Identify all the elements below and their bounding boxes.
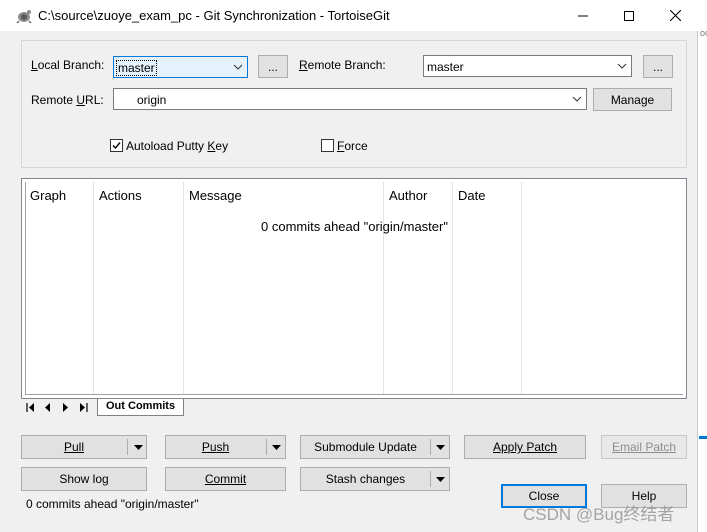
tab-out-commits[interactable]: Out Commits — [97, 399, 185, 416]
remote-branch-value: master — [427, 60, 464, 74]
manage-button[interactable]: Manage — [593, 88, 672, 111]
column-header-actions[interactable]: Actions — [99, 188, 142, 203]
stash-changes-dropdown[interactable] — [430, 468, 450, 490]
column-divider — [183, 182, 184, 394]
email-patch-label: Email Patch — [611, 440, 677, 454]
local-branch-combo[interactable]: master — [113, 56, 248, 78]
chevron-down-icon — [233, 64, 243, 70]
git-sync-window: C:\source\zuoye_exam_pc - Git Synchroniz… — [0, 0, 698, 532]
force-label: Force — [337, 139, 368, 153]
column-header-date[interactable]: Date — [458, 188, 485, 203]
dropdown-arrow-icon — [271, 444, 281, 450]
submodule-update-label[interactable]: Submodule Update — [301, 436, 430, 458]
commit-button[interactable]: Commit — [165, 467, 286, 491]
dropdown-arrow-icon — [435, 444, 445, 450]
maximize-icon — [624, 10, 634, 21]
watermark-text: CSDN @Bug终结者 — [523, 505, 675, 524]
show-log-label: Show log — [59, 472, 109, 486]
chevron-down-icon — [617, 63, 627, 69]
email-patch-button[interactable]: Email Patch — [601, 435, 687, 459]
column-header-graph[interactable]: Graph — [30, 188, 66, 203]
autoload-putty-key-label: Autoload Putty Key — [126, 139, 229, 153]
push-button[interactable]: Push — [165, 435, 286, 459]
apply-patch-button[interactable]: Apply Patch — [464, 435, 586, 459]
local-branch-label: Local Branch: — [31, 58, 105, 72]
remote-branch-browse-button[interactable]: ... — [643, 55, 673, 78]
remote-branch-combo[interactable]: master — [423, 55, 632, 77]
minimize-icon — [578, 15, 588, 16]
pull-dropdown[interactable] — [128, 436, 148, 458]
autoload-putty-key-checkbox[interactable] — [110, 139, 123, 152]
push-label[interactable]: Push — [166, 436, 265, 458]
chevron-down-icon — [572, 96, 582, 102]
list-body: Graph Actions Message Author Date 0 comm… — [25, 182, 683, 395]
dropdown-arrow-icon — [435, 476, 445, 482]
minimize-button[interactable] — [560, 0, 606, 31]
last-tab-icon[interactable] — [77, 402, 89, 413]
out-commits-list[interactable]: Graph Actions Message Author Date 0 comm… — [21, 178, 687, 399]
submodule-update-dropdown[interactable] — [430, 436, 450, 458]
stash-changes-button[interactable]: Stash changes — [300, 467, 450, 491]
column-divider — [383, 182, 384, 394]
local-branch-browse-button[interactable]: ... — [258, 55, 288, 78]
pull-label[interactable]: Pull — [22, 436, 126, 458]
remote-url-label: Remote URL: — [31, 93, 104, 107]
column-divider — [521, 182, 522, 394]
close-icon — [669, 10, 681, 21]
title-bar: C:\source\zuoye_exam_pc - Git Synchroniz… — [0, 0, 698, 31]
column-header-message[interactable]: Message — [189, 188, 242, 203]
column-divider — [93, 182, 94, 394]
status-text: 0 commits ahead "origin/master" — [26, 497, 199, 511]
stash-changes-label[interactable]: Stash changes — [301, 468, 430, 490]
submodule-update-button[interactable]: Submodule Update — [300, 435, 450, 459]
push-dropdown[interactable] — [266, 436, 286, 458]
empty-list-message: 0 commits ahead "origin/master" — [261, 219, 448, 234]
checkmark-icon — [112, 142, 121, 150]
commit-label: Commit — [204, 472, 247, 486]
background-window-accent — [699, 436, 707, 439]
local-branch-value: master — [116, 60, 157, 76]
dropdown-arrow-icon — [133, 444, 143, 450]
close-window-button[interactable] — [652, 0, 698, 31]
window-title: C:\source\zuoye_exam_pc - Git Synchroniz… — [38, 8, 390, 23]
next-tab-icon[interactable] — [59, 402, 71, 413]
prev-tab-icon[interactable] — [42, 402, 54, 413]
show-log-button[interactable]: Show log — [21, 467, 147, 491]
pull-button[interactable]: Pull — [21, 435, 147, 459]
apply-patch-label: Apply Patch — [492, 440, 558, 454]
remote-url-value: origin — [137, 93, 167, 107]
first-tab-icon[interactable] — [25, 402, 37, 413]
tab-strip: Out Commits — [21, 399, 687, 416]
maximize-button[interactable] — [606, 0, 652, 31]
background-window-fragment: oo — [700, 28, 707, 38]
column-divider — [452, 182, 453, 394]
remote-branch-label: Remote Branch: — [299, 58, 386, 72]
tortoisegit-icon — [16, 8, 32, 24]
remote-url-combo[interactable]: origin — [113, 88, 587, 110]
column-header-author[interactable]: Author — [389, 188, 427, 203]
force-checkbox[interactable] — [321, 139, 334, 152]
